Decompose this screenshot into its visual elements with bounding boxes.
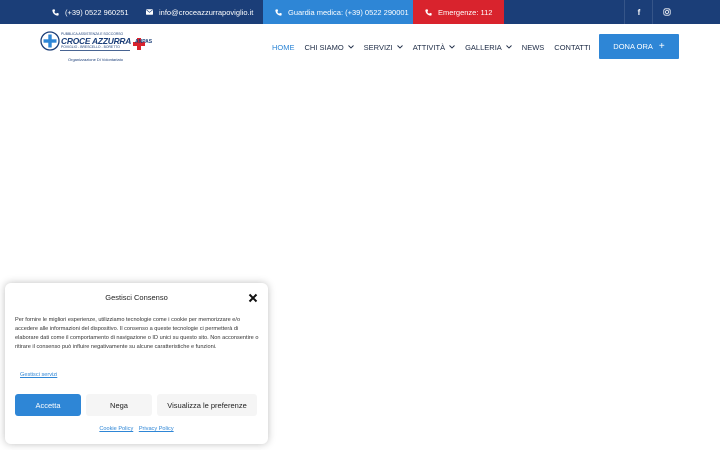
manage-services-link[interactable]: Gestisci servizi	[20, 372, 57, 378]
logo-towns: POVIGLIO - BRESCELLO - BORETTO	[61, 45, 120, 49]
anpas-badge: ANPAS	[135, 39, 153, 45]
privacy-policy-link[interactable]: Privacy Policy	[139, 426, 174, 432]
consent-description: Per fornire le migliori esperienze, util…	[15, 317, 259, 350]
email-address: info@croceazzurrapoviglio.it	[159, 7, 254, 17]
donate-button[interactable]: DONA ORA +	[599, 34, 679, 59]
facebook-icon: f	[637, 7, 641, 17]
phone-icon	[275, 8, 282, 16]
nav-news[interactable]: NEWS	[522, 43, 545, 52]
deny-button[interactable]: Nega	[86, 394, 152, 416]
facebook-link[interactable]: f	[624, 0, 653, 24]
plus-icon: +	[658, 40, 665, 52]
nav-chi-siamo-label: CHI SIAMO	[304, 42, 344, 52]
accept-button[interactable]: Accetta	[15, 394, 81, 416]
guardia-medica[interactable]: Guardia medica: (+39) 0522 290001	[263, 0, 421, 24]
nav-attivita-label: ATTIVITÀ	[412, 42, 446, 52]
chevron-down-icon	[347, 45, 354, 49]
emergenze-text: Emergenze: 112	[438, 7, 493, 17]
close-icon[interactable]	[248, 293, 258, 303]
top-bar: (+39) 0522 960251 info@croceazzurrapovig…	[0, 0, 720, 24]
envelope-icon	[146, 9, 153, 15]
nav-news-label: NEWS	[521, 42, 545, 52]
consent-title: Gestisci Consenso	[105, 293, 168, 302]
chevron-down-icon	[449, 45, 455, 49]
chevron-down-icon	[396, 45, 403, 49]
nav-home-label: HOME	[272, 42, 295, 52]
instagram-link[interactable]	[652, 0, 681, 24]
logo-subtitle: Organizzazione Di Volontariato	[68, 57, 123, 62]
nav-servizi[interactable]: SERVIZI	[364, 43, 403, 52]
nav-chi-siamo[interactable]: CHI SIAMO	[305, 43, 354, 52]
email-contact[interactable]: info@croceazzurrapoviglio.it	[146, 0, 253, 24]
nav-home[interactable]: HOME	[272, 43, 295, 52]
chevron-down-icon	[505, 45, 512, 49]
cookie-consent-dialog: Gestisci Consenso Per fornire le miglior…	[5, 283, 268, 444]
donate-label: DONA ORA	[613, 42, 653, 51]
nav-attivita[interactable]: ATTIVITÀ	[413, 43, 455, 52]
view-preferences-button[interactable]: Visualizza le preferenze	[157, 394, 257, 416]
phone-number: (+39) 0522 960251	[65, 7, 129, 17]
guardia-text: Guardia medica: (+39) 0522 290001	[288, 7, 409, 17]
nav-contatti-label: CONTATTI	[554, 42, 591, 52]
nav-contatti[interactable]: CONTATTI	[554, 43, 590, 52]
phone-icon	[425, 8, 432, 16]
nav-galleria-label: GALLERIA	[465, 42, 502, 52]
nav-servizi-label: SERVIZI	[363, 42, 393, 52]
phone-icon	[52, 8, 59, 16]
instagram-icon	[663, 8, 671, 16]
emergenze[interactable]: Emergenze: 112	[413, 0, 505, 24]
main-nav: HOME CHI SIAMO SERVIZI ATTIVITÀ GALLERIA…	[272, 38, 601, 56]
cookie-policy-link[interactable]: Cookie Policy	[99, 426, 133, 432]
consent-footer-links: Cookie Policy Privacy Policy	[5, 426, 268, 432]
nav-galleria[interactable]: GALLERIA	[465, 43, 512, 52]
phone-contact[interactable]: (+39) 0522 960251	[52, 0, 129, 24]
